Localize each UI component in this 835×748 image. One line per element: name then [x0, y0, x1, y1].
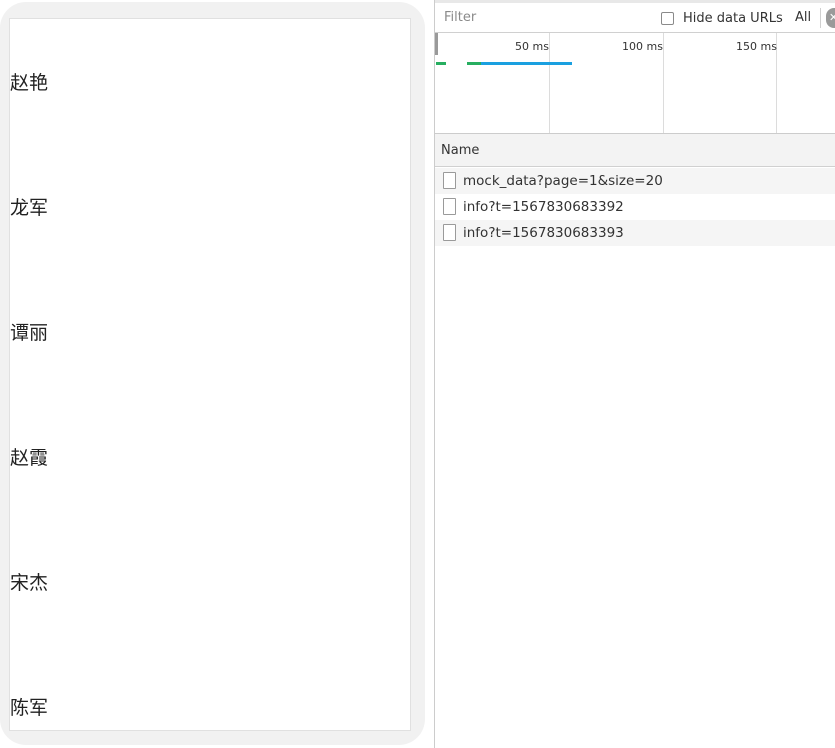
overview-request-bar	[436, 62, 446, 65]
request-row[interactable]: mock_data?page=1&size=20	[435, 168, 835, 194]
name-list-item: 赵艳	[10, 72, 49, 94]
document-icon	[443, 172, 456, 189]
document-icon	[443, 224, 456, 241]
request-name: info?t=1567830683392	[463, 199, 624, 215]
name-list-item: 谭丽	[10, 322, 49, 344]
screen: 赵艳 龙军 谭丽 赵霞 宋杰 陈军 Hide data URLs All ✕ 5…	[0, 0, 835, 748]
overview-tick-label: 100 ms	[622, 40, 663, 53]
timeline-overview[interactable]: 50 ms 100 ms 150 ms	[435, 33, 835, 134]
network-panel: Hide data URLs All ✕ 50 ms 100 ms 150 ms…	[434, 0, 835, 748]
column-header-name[interactable]: Name	[441, 143, 479, 158]
document-icon	[443, 198, 456, 215]
name-list-item: 陈军	[10, 697, 49, 719]
hide-data-urls-toggle[interactable]: Hide data URLs	[661, 8, 783, 28]
request-row[interactable]: info?t=1567830683392	[435, 194, 835, 220]
filter-input[interactable]	[438, 6, 643, 28]
overview-drag-handle[interactable]	[435, 33, 438, 55]
toolbar-divider	[820, 8, 821, 28]
filter-all-button[interactable]: All	[795, 10, 811, 25]
overview-request-bar	[481, 62, 572, 65]
name-list-item: 赵霞	[10, 447, 49, 469]
name-list-item: 宋杰	[10, 572, 49, 594]
request-name: info?t=1567830683393	[463, 225, 624, 241]
device-screen[interactable]: 赵艳 龙军 谭丽 赵霞 宋杰 陈军	[9, 18, 411, 731]
hide-data-urls-label: Hide data URLs	[683, 10, 783, 26]
close-icon[interactable]: ✕	[826, 8, 835, 28]
overview-tick-label: 150 ms	[736, 40, 777, 53]
network-filter-toolbar: Hide data URLs All ✕	[435, 3, 835, 33]
hide-data-urls-checkbox[interactable]	[661, 11, 674, 25]
overview-tick-label: 50 ms	[515, 40, 549, 53]
overview-gridline	[549, 33, 550, 133]
request-row[interactable]: info?t=1567830683393	[435, 220, 835, 246]
request-name: mock_data?page=1&size=20	[463, 173, 663, 189]
requests-table-header: Name	[435, 134, 835, 167]
name-list-item: 龙军	[10, 197, 49, 219]
overview-gridline	[663, 33, 664, 133]
device-preview-frame: 赵艳 龙军 谭丽 赵霞 宋杰 陈军	[0, 2, 425, 745]
